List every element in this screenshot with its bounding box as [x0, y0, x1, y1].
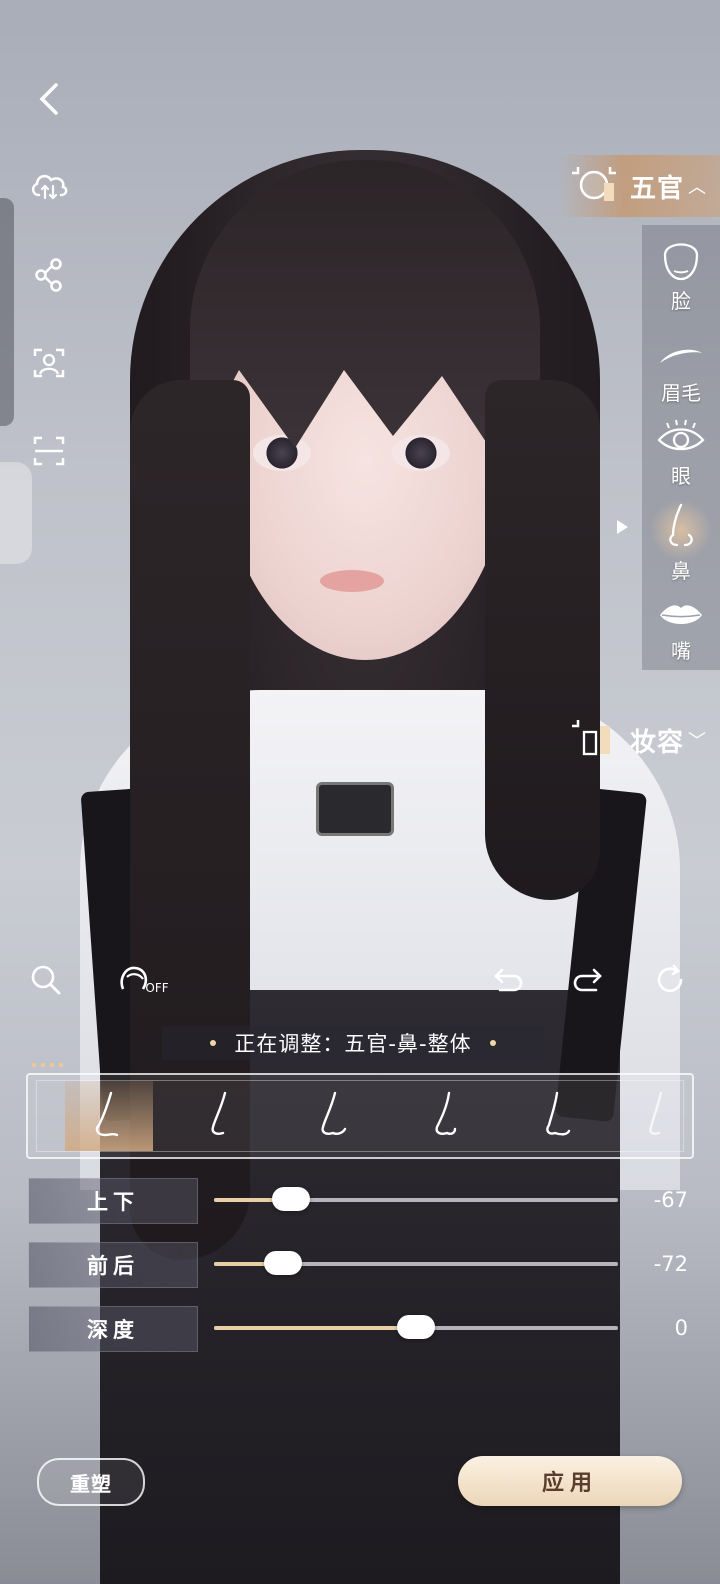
share-icon — [35, 258, 62, 292]
slider-value: -72 — [653, 1252, 688, 1276]
left-panel-edge[interactable] — [0, 198, 14, 426]
lips-icon — [660, 605, 702, 624]
slider-label: 前后 — [28, 1242, 198, 1288]
subcategory-label: 嘴 — [671, 639, 691, 663]
subcategory-label: 眼 — [671, 464, 691, 488]
slider-value: -67 — [653, 1188, 688, 1212]
character-lips — [320, 570, 384, 592]
reshape-button[interactable]: 重塑 — [37, 1458, 145, 1506]
nose-preset-6[interactable] — [625, 1081, 683, 1151]
redo-button[interactable] — [568, 958, 608, 1002]
character-eye-right — [392, 435, 450, 471]
nose-preset-3[interactable] — [289, 1081, 377, 1151]
adjusting-status: 正在调整：五官-鼻-整体 — [162, 1026, 544, 1060]
slider-row-vertical: 上下 -67 — [28, 1178, 688, 1224]
back-icon — [39, 83, 58, 115]
undo-icon — [494, 968, 523, 992]
subcategory-nose[interactable]: 鼻 — [642, 499, 720, 593]
makeup-category-icon — [572, 720, 610, 756]
preset-strip-frame — [36, 1080, 684, 1152]
search-icon — [31, 965, 61, 995]
chevron-down-icon: ﹀ — [688, 731, 707, 752]
nose-preset-icon — [649, 1091, 663, 1135]
category-label: 五官 — [630, 173, 685, 204]
refresh-icon — [657, 964, 683, 993]
redo-icon — [573, 968, 602, 992]
subcategory-mouth[interactable]: 嘴 — [642, 597, 720, 687]
cloud-sync-icon — [31, 174, 68, 200]
left-pull-tab[interactable] — [0, 462, 32, 564]
category-header-features[interactable]: 五官 ︿ — [560, 155, 720, 217]
slider-row-depth: 深度 0 — [28, 1306, 688, 1352]
nose-preset-icon — [321, 1091, 347, 1135]
features-category-icon — [572, 167, 616, 201]
makeup-label: 妆容 — [630, 727, 685, 758]
slider-handle[interactable] — [263, 1251, 302, 1275]
slider-label: 深度 — [28, 1306, 198, 1352]
decor-dots — [32, 1052, 72, 1067]
slider-handle[interactable] — [271, 1187, 310, 1211]
slider-fill — [214, 1326, 416, 1330]
subcategory-eyebrows[interactable]: 眉毛 — [642, 335, 720, 425]
slider-value: 0 — [674, 1316, 688, 1340]
hair-toggle-button[interactable]: OFF — [112, 958, 174, 1002]
nose-preset-4[interactable] — [401, 1081, 489, 1151]
nose-preset-strip[interactable] — [26, 1073, 694, 1159]
hair-toggle-state: OFF — [145, 981, 169, 995]
slider-handle[interactable] — [397, 1315, 435, 1339]
eyebrow-icon — [660, 349, 702, 363]
nose-preset-5[interactable] — [513, 1081, 601, 1151]
nose-preset-2[interactable] — [177, 1081, 265, 1151]
share-button[interactable] — [26, 252, 72, 298]
undo-button[interactable] — [488, 958, 528, 1002]
slider-label: 上下 — [28, 1178, 198, 1224]
status-dot-left — [210, 1040, 217, 1046]
nose-preset-icon — [211, 1091, 227, 1135]
face-scan-icon — [33, 348, 65, 378]
nose-preset-icon — [435, 1091, 457, 1135]
subcategory-label: 眉毛 — [661, 381, 701, 405]
subcategory-label: 鼻 — [671, 559, 691, 583]
zoom-button[interactable] — [24, 958, 68, 1002]
cloud-sync-button[interactable] — [26, 162, 72, 208]
chevron-up-icon: ︿ — [688, 177, 707, 198]
nose-preset-icon — [546, 1091, 571, 1136]
active-pointer-icon — [617, 520, 628, 534]
collar-buckle — [316, 782, 394, 836]
apply-button[interactable]: 应用 — [458, 1456, 682, 1506]
slider-track-depth[interactable] — [214, 1315, 618, 1339]
reset-view-button[interactable] — [650, 958, 690, 1002]
capture-frame-button[interactable] — [26, 428, 72, 474]
subcategory-face[interactable]: 脸 — [642, 237, 720, 327]
face-outline-icon — [663, 243, 699, 281]
face-scan-button[interactable] — [26, 340, 72, 386]
back-button[interactable] — [26, 76, 72, 122]
character-eye-left — [253, 435, 311, 471]
scan-frame-icon — [33, 436, 65, 466]
nose-preset-1[interactable] — [65, 1081, 153, 1151]
nose-icon — [669, 503, 693, 547]
slider-track-vertical[interactable] — [214, 1187, 618, 1211]
subcategory-eyes[interactable]: 眼 — [642, 418, 720, 508]
category-header-makeup[interactable]: 妆容 ﹀ — [560, 710, 720, 770]
slider-row-depthwise: 前后 -72 — [28, 1242, 688, 1288]
subcategory-label: 脸 — [671, 289, 691, 313]
status-text: 正在调整：五官-鼻-整体 — [234, 1032, 472, 1056]
slider-track-front-back[interactable] — [214, 1251, 618, 1275]
status-dot-right — [489, 1040, 496, 1046]
nose-preset-icon — [95, 1091, 119, 1137]
eye-icon — [657, 419, 705, 451]
